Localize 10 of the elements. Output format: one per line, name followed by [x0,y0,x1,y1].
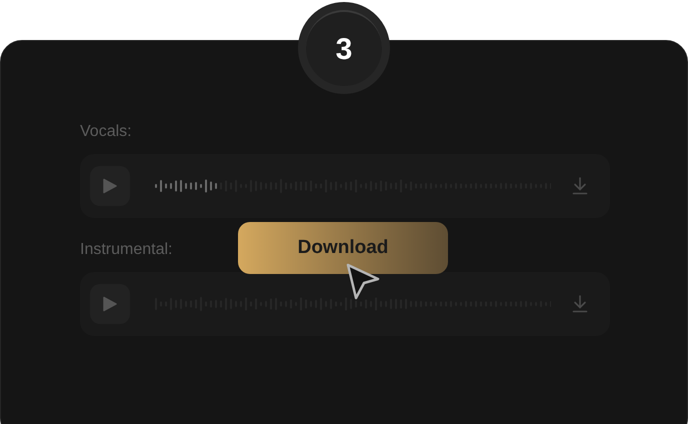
play-button[interactable] [90,284,130,324]
play-button[interactable] [90,166,130,206]
play-icon [103,296,117,312]
step-number: 3 [336,32,352,68]
download-icon[interactable] [572,295,588,313]
play-icon [103,178,117,194]
track-label: Vocals: [80,122,132,142]
track-label: Instrumental: [80,240,172,260]
download-button[interactable]: Download [238,222,448,274]
download-icon[interactable] [572,177,588,195]
